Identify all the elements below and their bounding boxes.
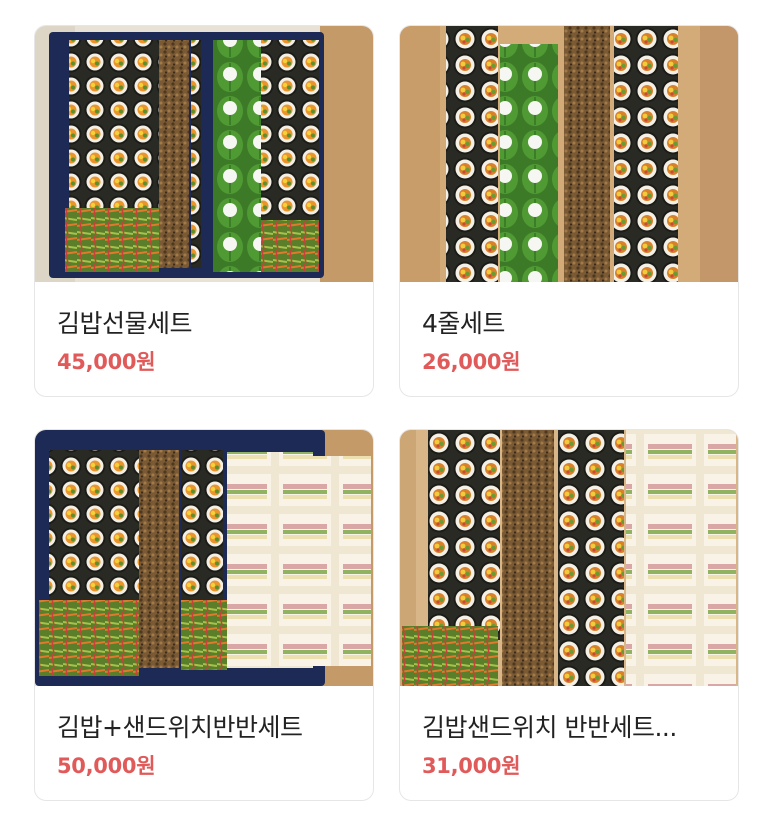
four-roll-set-photo bbox=[400, 26, 738, 282]
product-title: 4줄세트 bbox=[422, 309, 505, 338]
product-card[interactable]: 김밥샌드위치 반반세트... 31,000원 bbox=[399, 429, 739, 801]
product-card[interactable]: 김밥선물세트 45,000원 bbox=[34, 25, 374, 397]
product-price: 26,000원 bbox=[422, 350, 521, 374]
product-price: 31,000원 bbox=[422, 754, 521, 778]
product-title: 김밥선물세트 bbox=[57, 309, 193, 338]
product-price: 45,000원 bbox=[57, 350, 156, 374]
product-card[interactable]: 4줄세트 26,000원 bbox=[399, 25, 739, 397]
product-title: 김밥샌드위치 반반세트... bbox=[422, 713, 677, 742]
gimbap-sandwich-half-set-photo bbox=[400, 430, 738, 686]
product-title: 김밥+샌드위치반반세트 bbox=[57, 713, 303, 742]
product-card[interactable]: 김밥+샌드위치반반세트 50,000원 bbox=[34, 429, 374, 801]
gimbap-sandwich-half-set-photo bbox=[35, 430, 373, 686]
gimbap-gift-set-photo bbox=[35, 26, 373, 282]
product-price: 50,000원 bbox=[57, 754, 156, 778]
